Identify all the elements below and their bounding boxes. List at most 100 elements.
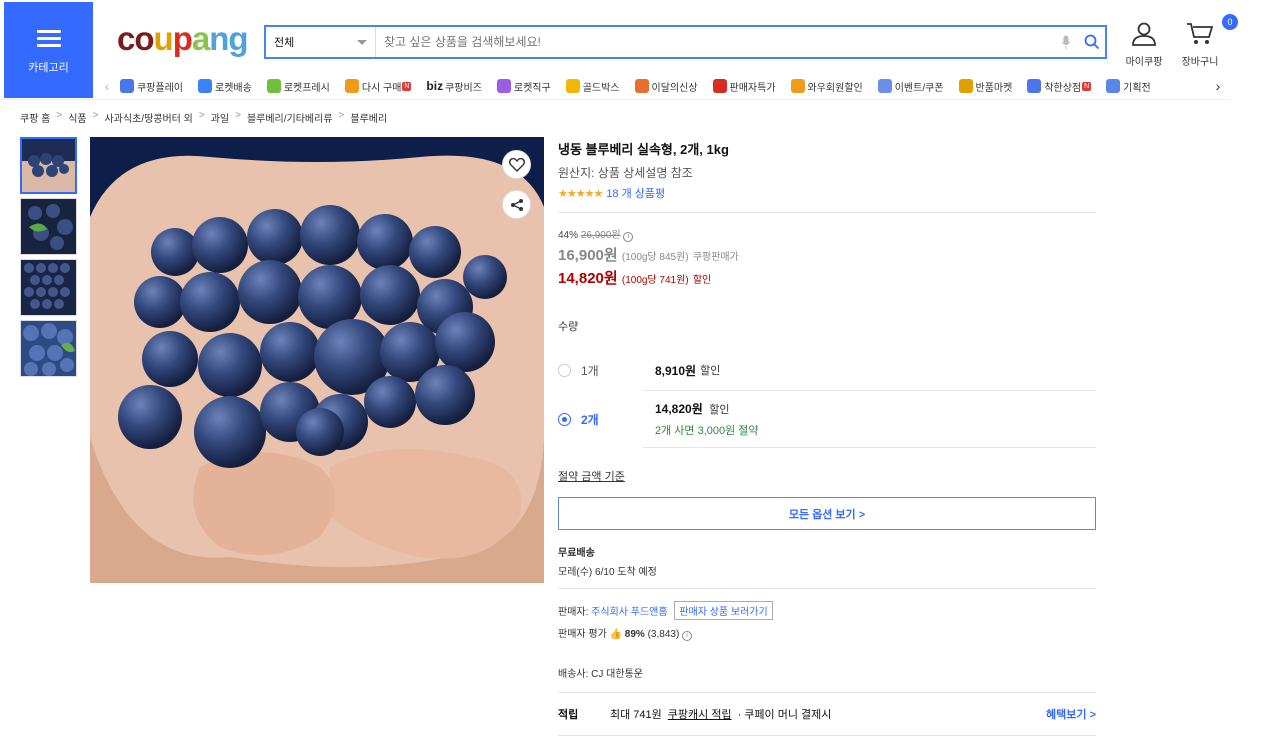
info-icon[interactable]: i xyxy=(623,232,634,242)
gold-box-icon xyxy=(565,79,580,93)
nav-item-wow[interactable]: 와우회원할인 xyxy=(790,79,863,94)
shipping-section: 무료배송 모레(수) 6/10 도착 예정 xyxy=(558,544,1096,578)
carrier-row: 배송사: CJ 대한통운 xyxy=(558,665,1096,680)
all-options-button[interactable]: 모든 옵션 보기 > xyxy=(558,497,1096,530)
chevron-right-icon: > xyxy=(198,110,205,121)
nav-item-label: 쿠팡비즈 xyxy=(445,82,482,94)
category-menu-button[interactable]: 카테고리 xyxy=(4,2,93,98)
nav-item-tag[interactable]: 기획전 xyxy=(1106,79,1151,94)
discount-rate: 44% xyxy=(558,230,579,241)
coupang-price-row: 16,900원 (100g당 845원) 쿠팡판매가 xyxy=(558,244,1096,265)
divider xyxy=(558,212,1096,213)
breadcrumb: 쿠팡 홈 > 식품 > 사과식초/땅콩버터 외 > 과일 > 블루베리/기타베리류 > 블루베리 xyxy=(20,110,387,125)
search-input[interactable] xyxy=(376,27,1053,57)
nav-item-label: 로켓배송 xyxy=(215,82,252,94)
benefits-link[interactable]: 혜택보기 > xyxy=(1046,706,1096,722)
new-badge: N xyxy=(402,81,412,91)
breadcrumb-link[interactable]: 사과식초/땅콩버터 외 xyxy=(104,110,192,125)
nav-item-percent[interactable]: 판매자특가 xyxy=(712,79,776,94)
nav-item-play[interactable]: 쿠팡플레이 xyxy=(120,79,183,94)
logo-letter: n xyxy=(209,20,229,57)
nav-item-label: 반품마켓 xyxy=(975,82,1013,94)
nav-item-label: 로켓직구 xyxy=(513,82,551,94)
cart-repeat-icon xyxy=(344,79,359,93)
my-coupang-button[interactable]: 마이쿠팡 xyxy=(1114,22,1174,68)
nav-item-globe[interactable]: 로켓직구 xyxy=(496,79,551,94)
logo-letter: g xyxy=(228,20,248,57)
nav-item-label: 착한상점 xyxy=(1044,82,1082,94)
cart-button[interactable]: 0 장바구니 xyxy=(1170,14,1238,68)
sale-unit-price: (100g당 741원) xyxy=(621,275,689,286)
nav-item-bag[interactable]: 이달의신상 xyxy=(634,79,698,94)
rating-row[interactable]: ★★★★★ 18 개 상품평 xyxy=(558,185,1096,201)
breadcrumb-link[interactable]: 블루베리/기타베리류 xyxy=(247,110,333,125)
nav-item-rocket-fresh[interactable]: 로켓프레시 xyxy=(266,79,330,94)
hamburger-icon xyxy=(36,26,61,51)
nav-item-coupon[interactable]: 이벤트/쿠폰 xyxy=(877,79,944,94)
cart-icon xyxy=(1187,23,1214,44)
seller-label: 판매자: xyxy=(558,607,589,618)
radio-option-1[interactable] xyxy=(558,363,571,377)
search-icon[interactable] xyxy=(1079,27,1105,57)
logo-letter: p xyxy=(172,20,193,57)
breadcrumb-link[interactable]: 과일 xyxy=(211,110,229,125)
points-condition: · 쿠페이 머니 결제시 xyxy=(737,709,832,721)
good-store-icon xyxy=(1027,79,1042,93)
nav-item-cart-repeat[interactable]: 다시 구매 N xyxy=(344,79,412,94)
nav-item-label: 다시 구매 xyxy=(361,82,402,94)
coupang-cash-link[interactable]: 쿠팡캐시 적립 xyxy=(668,706,732,722)
quantity-option-2[interactable]: 2개 14,820원 할인 2개 사면 3,000원 절약 xyxy=(558,391,1096,447)
thumbnail-1[interactable] xyxy=(20,137,77,194)
thumbnail-list xyxy=(20,137,77,381)
percent-icon xyxy=(712,79,727,93)
search-scope-select[interactable]: 전체 xyxy=(266,27,376,57)
seller-rating-count: (3,843) xyxy=(647,629,680,640)
review-count-link[interactable]: 18 개 상품평 xyxy=(606,185,665,201)
option-tag: 할인 xyxy=(709,404,730,416)
coupon-icon xyxy=(877,79,892,93)
coupang-logo[interactable]: coupang xyxy=(117,20,249,58)
nav-item-good-store[interactable]: 착한상점 N xyxy=(1027,79,1092,94)
divider xyxy=(558,588,1096,589)
info-icon[interactable]: i xyxy=(682,631,693,641)
nav-item-gold-box[interactable]: 골드박스 xyxy=(565,79,620,94)
breadcrumb-link[interactable]: 블루베리 xyxy=(350,110,387,125)
seller-products-button[interactable]: 판매자 상품 보러가기 xyxy=(674,601,773,620)
thumbnail-2[interactable] xyxy=(20,198,77,255)
heart-icon[interactable] xyxy=(502,150,531,179)
quantity-option-1[interactable]: 1개 8,910원 할인 xyxy=(558,350,1096,390)
nav-prev-arrow-icon[interactable]: ‹ xyxy=(100,78,114,94)
header-divider xyxy=(0,99,1230,100)
logo-letter: a xyxy=(191,20,210,57)
nav-item-return-market[interactable]: 반품마켓 xyxy=(958,79,1013,94)
nav-item-label: 골드박스 xyxy=(582,82,620,94)
thumbnail-3[interactable] xyxy=(20,259,77,316)
chevron-right-icon: > xyxy=(338,110,345,121)
cart-label: 장바구니 xyxy=(1181,57,1219,68)
nav-item-label: 이벤트/쿠폰 xyxy=(894,82,944,94)
sale-price: 14,820원 xyxy=(558,270,618,287)
product-main-image xyxy=(90,137,544,583)
nav-item-biz[interactable]: biz 쿠팡비즈 xyxy=(426,79,481,94)
product-info-panel: 냉동 블루베리 실속형, 2개, 1kg 원산지: 상품 상세설명 참조 ★★★… xyxy=(558,139,1096,736)
discount-row: 44% 26,900원 i xyxy=(558,226,1096,242)
search-bar: 전체 xyxy=(264,25,1107,59)
microphone-icon[interactable] xyxy=(1053,27,1079,57)
category-label: 카테고리 xyxy=(28,61,69,74)
quantity-label: 수량 xyxy=(558,321,579,333)
original-price: 26,900원 xyxy=(580,230,621,241)
share-icon[interactable] xyxy=(502,190,531,219)
breadcrumb-link[interactable]: 식품 xyxy=(68,110,86,125)
seller-name-link[interactable]: 주식회사 푸드앤홈 xyxy=(591,607,667,618)
sale-price-row: 14,820원 (100g당 741원) 할인 xyxy=(558,267,1096,288)
nav-item-rocket[interactable]: 로켓배송 xyxy=(198,79,252,94)
nav-next-arrow-icon[interactable]: › xyxy=(1211,78,1225,94)
breadcrumb-link[interactable]: 쿠팡 홈 xyxy=(20,110,50,125)
star-rating-icon: ★★★★★ xyxy=(558,187,603,200)
thumbnail-4[interactable] xyxy=(20,320,77,377)
sale-price-label: 할인 xyxy=(692,275,712,286)
savings-criteria-link[interactable]: 절약 금액 기준 xyxy=(558,468,1096,484)
radio-option-2[interactable] xyxy=(558,412,571,426)
category-nav-bar: ‹ 쿠팡플레이 로켓배송 로켓프레시 다시 구매 Nbiz 쿠팡비즈 로켓직구 골드박스 이달의… xyxy=(100,74,1225,98)
cart-count-badge: 0 xyxy=(1222,14,1238,30)
